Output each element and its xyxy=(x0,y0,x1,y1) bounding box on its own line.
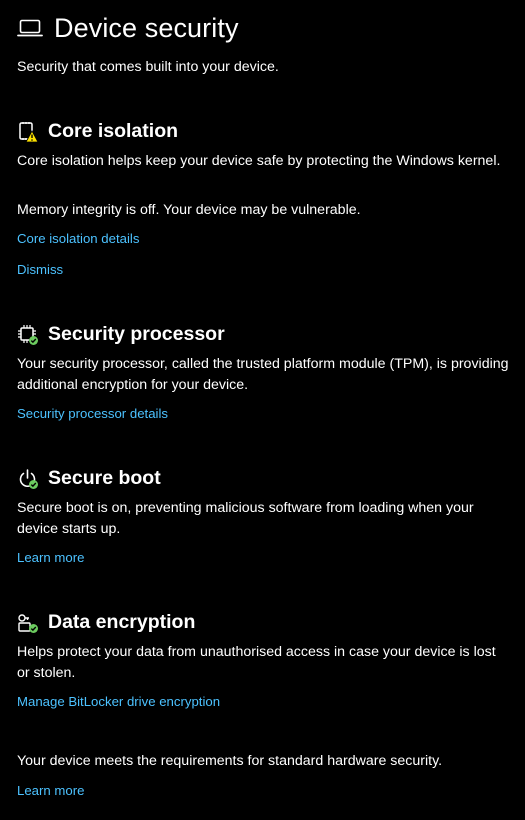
page-title: Device security xyxy=(54,12,239,43)
chip-check-icon xyxy=(18,324,38,345)
security-processor-details-link[interactable]: Security processor details xyxy=(17,406,168,421)
core-isolation-warning-icon xyxy=(19,121,39,142)
laptop-icon xyxy=(17,19,43,37)
security-processor-header: Security processor xyxy=(17,323,225,346)
page-header: Device security xyxy=(17,8,239,48)
footer-learn-more-link[interactable]: Learn more xyxy=(17,783,84,798)
secure-boot-title: Secure boot xyxy=(48,467,161,489)
secure-boot-header: Secure boot xyxy=(17,467,161,490)
data-encryption-header: Data encryption xyxy=(17,611,195,634)
power-check-icon xyxy=(19,468,38,489)
secure-boot-learn-more-link[interactable]: Learn more xyxy=(17,550,84,565)
manage-bitlocker-link[interactable]: Manage BitLocker drive encryption xyxy=(17,694,220,709)
hardware-security-status: Your device meets the requirements for s… xyxy=(17,753,443,769)
core-isolation-description: Core isolation helps keep your device sa… xyxy=(17,153,501,169)
core-isolation-details-link[interactable]: Core isolation details xyxy=(17,231,139,246)
page-subtitle: Security that comes built into your devi… xyxy=(17,59,279,75)
core-isolation-title: Core isolation xyxy=(48,120,179,142)
secure-boot-description: Secure boot is on, preventing malicious … xyxy=(17,500,474,537)
data-encryption-description: Helps protect your data from unauthorise… xyxy=(17,644,496,681)
security-processor-description: Your security processor, called the trus… xyxy=(17,356,509,393)
memory-integrity-status: Memory integrity is off. Your device may… xyxy=(17,202,361,218)
security-processor-title: Security processor xyxy=(48,323,225,345)
data-encryption-title: Data encryption xyxy=(48,611,196,633)
key-lock-check-icon xyxy=(18,613,38,633)
dismiss-link[interactable]: Dismiss xyxy=(17,262,63,277)
core-isolation-header: Core isolation xyxy=(17,120,178,143)
